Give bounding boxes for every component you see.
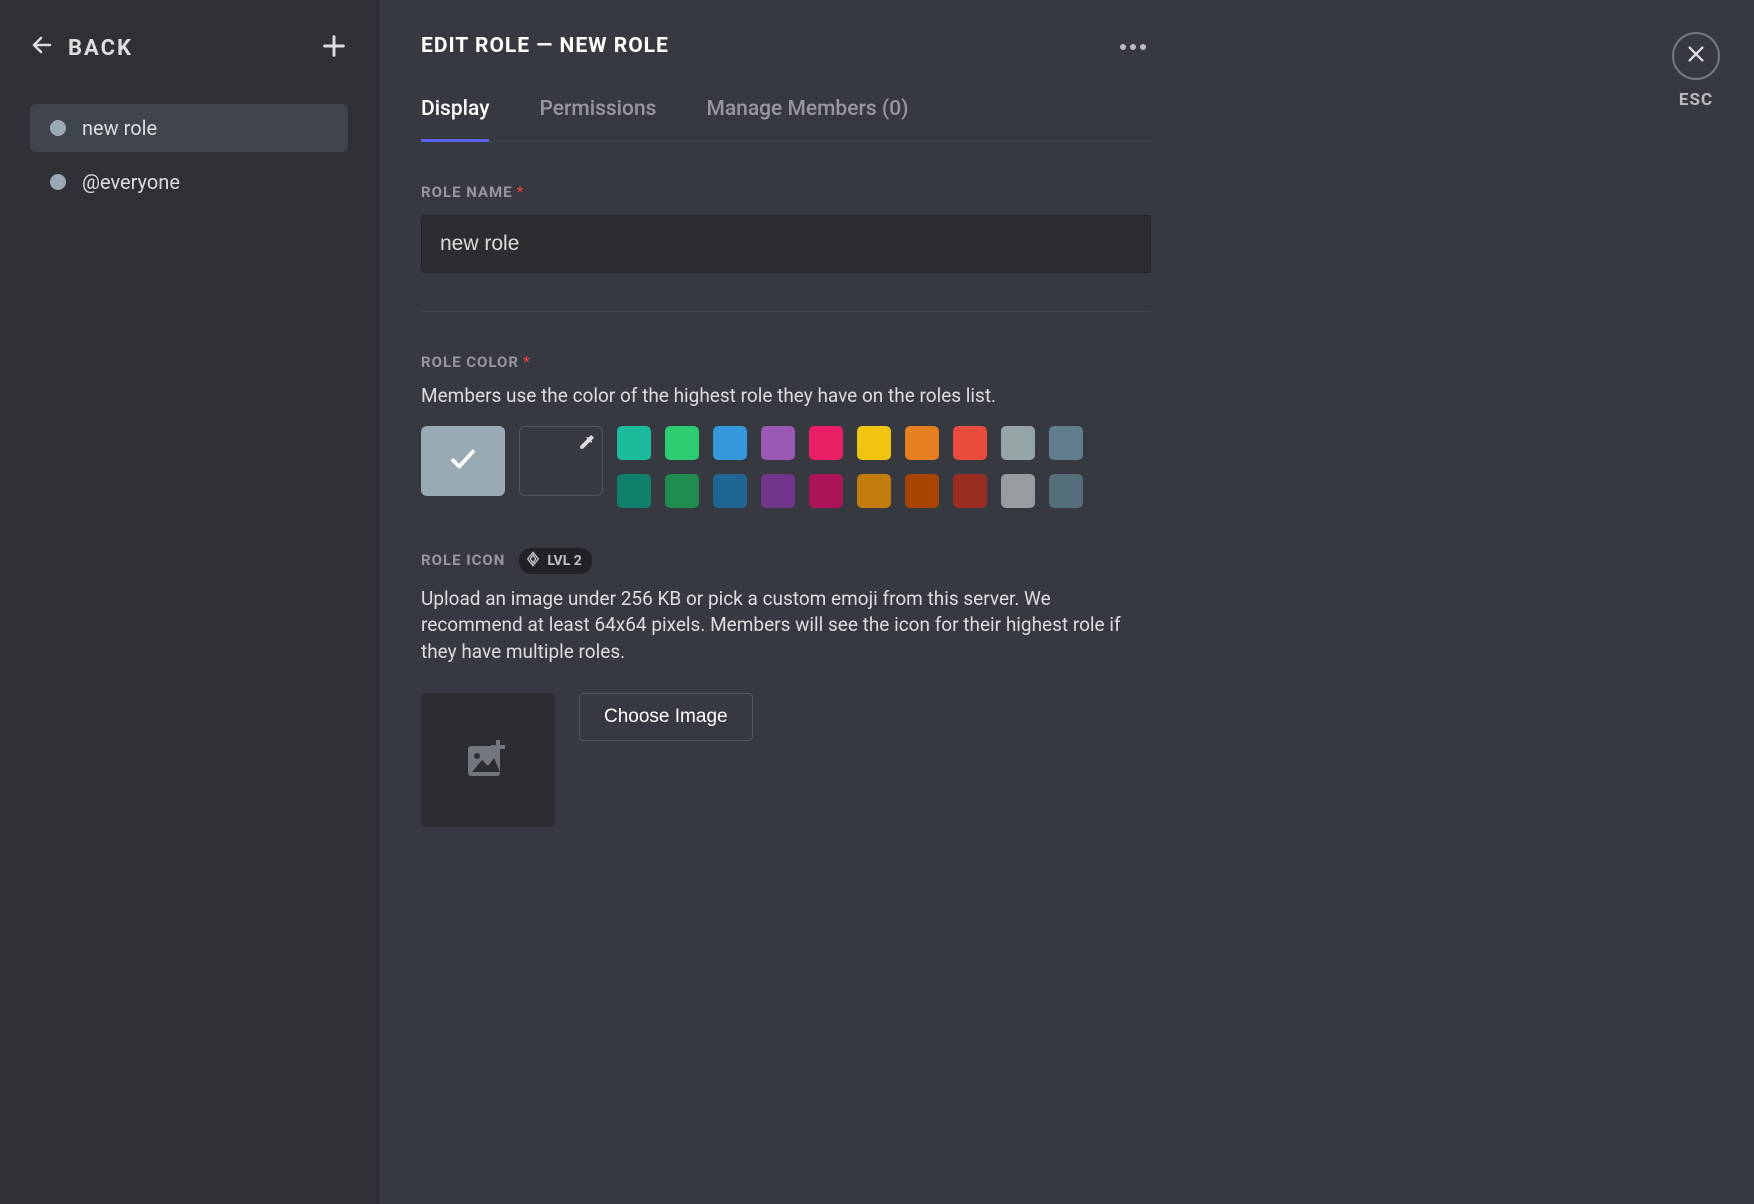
color-picker [421, 426, 1151, 508]
required-asterisk: * [517, 182, 524, 201]
required-asterisk: * [523, 352, 530, 371]
boost-icon [525, 551, 541, 571]
role-icon-label: ROLE ICON [421, 551, 505, 569]
level-badge-text: LVL 2 [547, 553, 581, 569]
color-swatch[interactable] [761, 474, 795, 508]
image-add-icon [468, 740, 508, 780]
role-color-dot [50, 174, 66, 190]
custom-color-swatch[interactable] [519, 426, 603, 496]
color-grid [617, 426, 1083, 508]
color-swatch[interactable] [1001, 426, 1035, 460]
role-color-section: ROLE COLOR* Members use the color of the… [421, 352, 1151, 508]
title-row: EDIT ROLE — NEW ROLE [421, 32, 1151, 59]
role-icon-row: Choose Image [421, 693, 1151, 827]
color-swatch[interactable] [857, 426, 891, 460]
role-icon-section: ROLE ICON LVL 2 Upload an image under 25… [421, 548, 1151, 828]
page-title: EDIT ROLE — NEW ROLE [421, 34, 669, 58]
color-swatch[interactable] [809, 426, 843, 460]
color-swatch[interactable] [1001, 474, 1035, 508]
role-item-everyone[interactable]: @everyone [30, 158, 348, 206]
tab-permissions[interactable]: Permissions [539, 97, 656, 141]
main-panel: EDIT ROLE — NEW ROLE ESC Display Permiss… [378, 0, 1754, 1204]
color-swatch[interactable] [665, 474, 699, 508]
tab-display[interactable]: Display [421, 97, 489, 141]
role-color-label: ROLE COLOR [421, 353, 519, 371]
color-swatch[interactable] [1049, 426, 1083, 460]
roles-sidebar: BACK new role @everyone [0, 0, 378, 1204]
tabs: Display Permissions Manage Members (0) [421, 97, 1151, 142]
color-swatch[interactable] [857, 474, 891, 508]
choose-image-button[interactable]: Choose Image [579, 693, 753, 741]
role-item-new-role[interactable]: new role [30, 104, 348, 152]
color-swatch[interactable] [905, 474, 939, 508]
close-button[interactable] [1672, 32, 1720, 80]
role-color-description: Members use the color of the highest rol… [421, 383, 1151, 410]
color-swatch[interactable] [617, 474, 651, 508]
color-swatch[interactable] [905, 426, 939, 460]
color-swatch[interactable] [809, 474, 843, 508]
more-options-button[interactable] [1115, 32, 1151, 59]
tab-manage-members[interactable]: Manage Members (0) [706, 97, 908, 141]
role-icon-description: Upload an image under 256 KB or pick a c… [421, 586, 1151, 666]
color-swatch[interactable] [1049, 474, 1083, 508]
sidebar-header: BACK [20, 32, 358, 64]
role-color-dot [50, 120, 66, 136]
color-swatch[interactable] [713, 426, 747, 460]
level-badge: LVL 2 [519, 548, 591, 574]
plus-icon [320, 45, 348, 64]
eyedropper-icon [578, 433, 596, 455]
default-color-swatch[interactable] [421, 426, 505, 496]
dots-horizontal-icon [1119, 36, 1147, 55]
back-button[interactable]: BACK [30, 33, 133, 63]
back-label: BACK [68, 36, 133, 61]
add-role-button[interactable] [320, 32, 348, 64]
role-list: new role @everyone [20, 104, 358, 206]
role-item-label: new role [82, 116, 157, 140]
color-swatch[interactable] [713, 474, 747, 508]
close-area: ESC [1672, 32, 1720, 110]
close-icon [1685, 43, 1707, 69]
color-swatch[interactable] [665, 426, 699, 460]
role-item-label: @everyone [82, 170, 180, 194]
check-icon [448, 444, 478, 478]
arrow-left-icon [30, 33, 54, 63]
role-name-input[interactable] [421, 215, 1151, 273]
color-swatch[interactable] [617, 426, 651, 460]
role-name-label: ROLE NAME [421, 183, 513, 201]
color-swatch[interactable] [953, 426, 987, 460]
color-swatch[interactable] [953, 474, 987, 508]
role-icon-upload[interactable] [421, 693, 555, 827]
role-name-section: ROLE NAME* [421, 182, 1151, 273]
divider [421, 311, 1151, 312]
esc-label: ESC [1672, 90, 1720, 110]
color-swatch[interactable] [761, 426, 795, 460]
